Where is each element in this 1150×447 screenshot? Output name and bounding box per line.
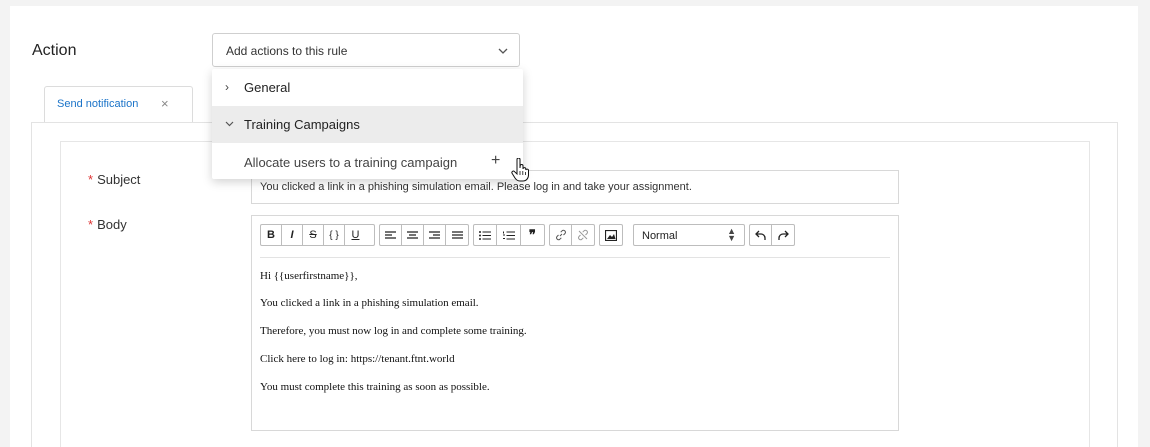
body-label-text: Body <box>97 217 127 232</box>
body-label: * Body <box>88 217 127 232</box>
bold-button[interactable]: B <box>261 225 282 245</box>
dropdown-item-label: Allocate users to a training campaign <box>244 155 458 170</box>
text-format-value: Normal <box>642 230 678 242</box>
image-group <box>599 224 623 246</box>
up-down-arrows-icon: ▲ ▼ <box>727 226 736 243</box>
underline-button[interactable]: U <box>345 225 366 245</box>
text-format-select[interactable]: Normal ▲ ▼ <box>633 224 745 246</box>
undo-button[interactable] <box>750 225 773 245</box>
body-line: Hi {{userfirstname}}, <box>260 270 358 282</box>
chevron-down-icon <box>225 121 234 127</box>
bullet-list-icon <box>479 230 492 240</box>
dropdown-item-allocate-users[interactable]: Allocate users to a training campaign + <box>212 143 523 180</box>
quote-icon: ❞ <box>528 227 536 242</box>
align-left-button[interactable] <box>380 225 402 245</box>
add-actions-select[interactable]: Add actions to this rule <box>212 33 520 67</box>
align-right-icon <box>429 230 440 239</box>
insert-image-button[interactable] <box>600 225 622 245</box>
undo-icon <box>755 230 766 240</box>
tab-label: Send notification <box>57 98 139 110</box>
list-group: ❞ <box>473 224 545 246</box>
bullet-list-button[interactable] <box>474 225 498 245</box>
chevron-down-icon <box>498 48 508 54</box>
history-group <box>749 224 795 246</box>
image-icon <box>605 229 617 241</box>
action-section-title: Action <box>32 42 77 59</box>
alignment-group <box>379 224 469 246</box>
numbered-list-button[interactable] <box>497 225 521 245</box>
required-marker: * <box>88 172 94 187</box>
dropdown-group-training-campaigns[interactable]: Training Campaigns <box>212 106 523 143</box>
hand-pointer-cursor-icon <box>511 158 529 182</box>
text-style-group: B I S { } U <box>260 224 375 246</box>
align-justify-icon <box>451 230 463 239</box>
body-line: Therefore, you must now log in and compl… <box>260 325 527 337</box>
subject-label: * Subject <box>88 172 140 187</box>
unlink-icon <box>578 229 588 241</box>
align-right-button[interactable] <box>424 225 446 245</box>
add-icon[interactable]: + <box>491 152 500 170</box>
redo-icon <box>777 230 789 240</box>
required-marker: * <box>88 217 94 232</box>
align-justify-button[interactable] <box>446 225 468 245</box>
redo-button[interactable] <box>772 225 794 245</box>
add-actions-placeholder: Add actions to this rule <box>226 44 348 58</box>
insert-link-button[interactable] <box>550 225 573 245</box>
align-center-button[interactable] <box>402 225 424 245</box>
link-icon <box>555 229 566 241</box>
body-editor[interactable]: B I S { } U ❞ Normal ▲ ▼ Hi {{userfirstn… <box>251 215 899 431</box>
tab-send-notification[interactable]: Send notification × <box>44 86 193 123</box>
subject-value: You clicked a link in a phishing simulat… <box>260 181 692 193</box>
blockquote-button[interactable]: ❞ <box>521 225 544 245</box>
align-center-icon <box>407 230 418 239</box>
link-group <box>549 224 595 246</box>
actions-dropdown-menu: › General Training Campaigns Allocate us… <box>212 69 523 179</box>
numbered-list-icon <box>502 230 515 240</box>
body-line: Click here to log in: https://tenant.ftn… <box>260 353 455 365</box>
chevron-right-icon: › <box>225 80 229 94</box>
align-left-icon <box>385 230 396 239</box>
remove-link-button[interactable] <box>572 225 594 245</box>
dropdown-group-general[interactable]: › General <box>212 69 523 106</box>
italic-button[interactable]: I <box>282 225 303 245</box>
body-line: You must complete this training as soon … <box>260 381 490 393</box>
toolbar-divider <box>260 257 890 258</box>
page-scrollbar[interactable] <box>1146 0 1150 447</box>
strikethrough-button[interactable]: S <box>303 225 324 245</box>
code-button[interactable]: { } <box>324 225 345 245</box>
body-line: You clicked a link in a phishing simulat… <box>260 297 479 309</box>
dropdown-group-label: Training Campaigns <box>244 117 360 132</box>
subject-label-text: Subject <box>97 172 141 187</box>
dropdown-group-label: General <box>244 80 291 95</box>
close-icon[interactable]: × <box>161 97 169 110</box>
